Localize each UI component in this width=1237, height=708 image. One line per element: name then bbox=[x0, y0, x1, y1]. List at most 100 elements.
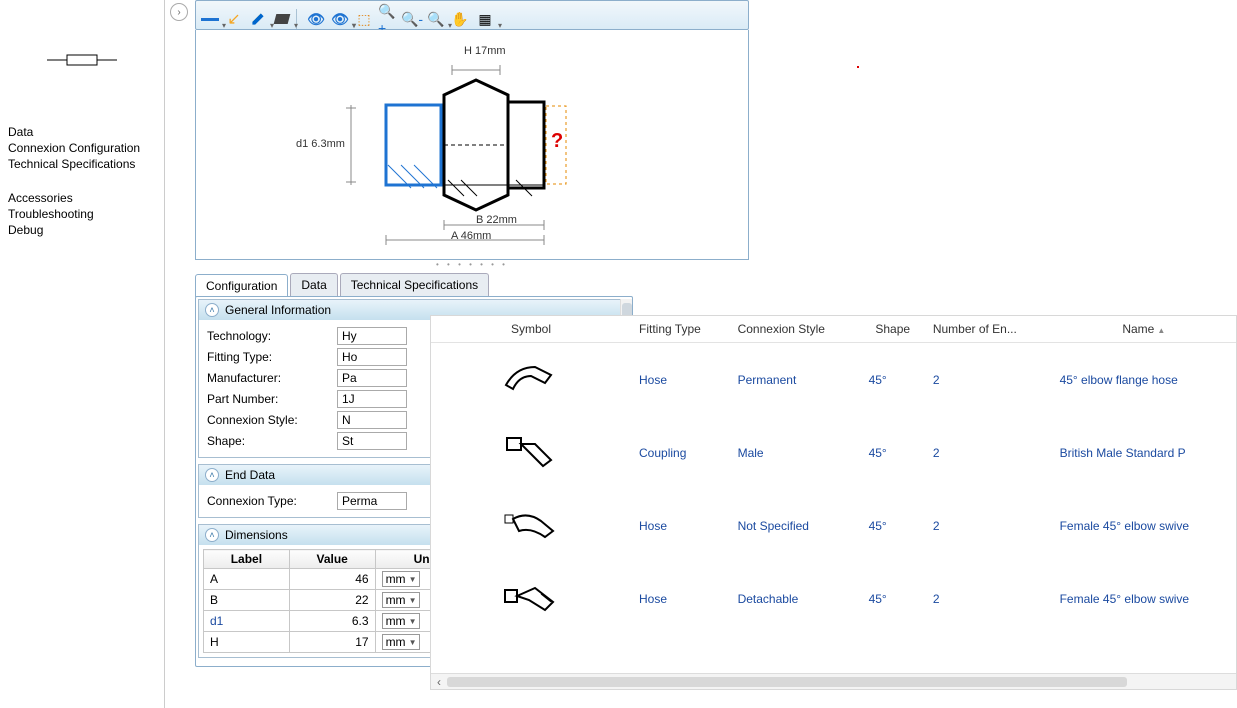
value-connexion-type[interactable]: Perma bbox=[337, 492, 407, 510]
sidebar-item-data[interactable]: Data bbox=[6, 124, 158, 140]
chevron-up-icon: ˄ bbox=[205, 303, 219, 317]
col-symbol[interactable]: Symbol bbox=[431, 316, 631, 343]
value-technology[interactable]: Hy bbox=[337, 327, 407, 345]
cell-fitting-type: Hose bbox=[631, 562, 730, 635]
col-value[interactable]: Value bbox=[289, 550, 375, 569]
panel-title: General Information bbox=[225, 303, 331, 317]
panel-title: Dimensions bbox=[225, 528, 288, 542]
label-shape: Shape: bbox=[207, 434, 337, 448]
collapse-sidebar-button[interactable]: › bbox=[170, 3, 188, 21]
cell-connexion-style: Not Specified bbox=[730, 489, 861, 562]
cell-value[interactable]: 46 bbox=[289, 569, 375, 590]
chevron-up-icon: ˄ bbox=[205, 468, 219, 482]
scroll-left-icon[interactable]: ‹ bbox=[431, 674, 447, 690]
cell-number-of-ends: 2 bbox=[925, 489, 1052, 562]
sidebar-item-accessories[interactable]: Accessories bbox=[6, 190, 158, 206]
results-row[interactable]: HosePermanent45°245° elbow flange hose bbox=[431, 343, 1236, 417]
value-shape[interactable]: St bbox=[337, 432, 407, 450]
resize-grip-icon[interactable]: • • • • • • • bbox=[195, 260, 749, 269]
dim-label-h: H 17mm bbox=[464, 45, 506, 57]
cell-shape: 45° bbox=[861, 416, 925, 489]
grid-toggle-icon[interactable]: ▦ bbox=[474, 9, 494, 29]
cell-fitting-type: Hose bbox=[631, 489, 730, 562]
results-row[interactable]: HoseNot Specified45°2Female 45° elbow sw… bbox=[431, 489, 1236, 562]
show-all-icon[interactable]: 👁 bbox=[306, 9, 326, 29]
cell-fitting-type: Coupling bbox=[631, 416, 730, 489]
cell-symbol bbox=[431, 416, 631, 489]
cell-value[interactable]: 22 bbox=[289, 590, 375, 611]
cell-fitting-type: Hose bbox=[631, 343, 730, 417]
cell-label: H bbox=[204, 632, 290, 653]
cell-number-of-ends: 2 bbox=[925, 343, 1052, 417]
sidebar-item-debug[interactable]: Debug bbox=[6, 222, 158, 238]
cell-connexion-style: Detachable bbox=[730, 562, 861, 635]
cell-shape: 45° bbox=[861, 343, 925, 417]
drawing-toolbar: ↙ 👁 👁 ⬚ 🔍+ 🔍- 🔍 ✋ ▦ bbox=[195, 0, 749, 30]
col-shape[interactable]: Shape bbox=[861, 316, 925, 343]
sidebar-item-troubleshooting[interactable]: Troubleshooting bbox=[6, 206, 158, 222]
label-part-number: Part Number: bbox=[207, 392, 337, 406]
fitting-symbol-icon bbox=[47, 48, 117, 72]
left-sidebar: Data Connexion Configuration Technical S… bbox=[0, 0, 165, 708]
cell-number-of-ends: 2 bbox=[925, 416, 1052, 489]
measure-tool-icon[interactable] bbox=[200, 9, 220, 29]
eraser-tool-icon[interactable] bbox=[272, 9, 292, 29]
fitting-drawing bbox=[196, 30, 750, 260]
tab-configuration[interactable]: Configuration bbox=[195, 274, 288, 297]
tab-data[interactable]: Data bbox=[290, 273, 337, 296]
results-grid: Symbol Fitting Type Connexion Style Shap… bbox=[430, 315, 1237, 690]
scroll-thumb[interactable] bbox=[447, 677, 1127, 687]
tab-tech-specs[interactable]: Technical Specifications bbox=[340, 273, 489, 296]
zoom-dropdown-icon[interactable]: 🔍 bbox=[426, 9, 446, 29]
value-part-number[interactable]: 1J bbox=[337, 390, 407, 408]
results-hscrollbar[interactable]: ‹ bbox=[431, 673, 1236, 689]
cell-label: B bbox=[204, 590, 290, 611]
results-row[interactable]: HoseDetachable45°2Female 45° elbow swive bbox=[431, 562, 1236, 635]
dimension-tool-icon[interactable]: ↙ bbox=[224, 9, 244, 29]
pencil-tool-icon[interactable] bbox=[248, 9, 268, 29]
zoom-in-icon[interactable]: 🔍+ bbox=[378, 9, 398, 29]
value-manufacturer[interactable]: Pa bbox=[337, 369, 407, 387]
cell-name: Female 45° elbow swive bbox=[1052, 562, 1236, 635]
value-connexion-style[interactable]: N bbox=[337, 411, 407, 429]
col-name[interactable]: Name bbox=[1052, 316, 1236, 343]
dim-label-a: A 46mm bbox=[451, 230, 491, 242]
value-fitting-type[interactable]: Ho bbox=[337, 348, 407, 366]
results-header-row: Symbol Fitting Type Connexion Style Shap… bbox=[431, 316, 1236, 343]
cell-value[interactable]: 6.3 bbox=[289, 611, 375, 632]
zoom-window-icon[interactable]: ⬚ bbox=[354, 9, 374, 29]
visibility-dropdown-icon[interactable]: 👁 bbox=[330, 9, 350, 29]
label-connexion-type: Connexion Type: bbox=[207, 494, 337, 508]
cell-name: British Male Standard P bbox=[1052, 416, 1236, 489]
results-row[interactable]: CouplingMale45°2British Male Standard P bbox=[431, 416, 1236, 489]
sidebar-item-connexion-config[interactable]: Connexion Configuration bbox=[6, 140, 158, 156]
cell-symbol bbox=[431, 343, 631, 417]
cell-connexion-style: Permanent bbox=[730, 343, 861, 417]
col-connexion-style[interactable]: Connexion Style bbox=[730, 316, 861, 343]
zoom-out-icon[interactable]: 🔍- bbox=[402, 9, 422, 29]
marker-dot bbox=[857, 66, 859, 68]
cell-label: A bbox=[204, 569, 290, 590]
cell-value[interactable]: 17 bbox=[289, 632, 375, 653]
sidebar-item-tech-specs[interactable]: Technical Specifications bbox=[6, 156, 158, 172]
cell-name: 45° elbow flange hose bbox=[1052, 343, 1236, 417]
cell-label: d1 bbox=[204, 611, 290, 632]
pan-tool-icon[interactable]: ✋ bbox=[450, 9, 470, 29]
cell-shape: 45° bbox=[861, 562, 925, 635]
chevron-up-icon: ˄ bbox=[205, 528, 219, 542]
cell-name: Female 45° elbow swive bbox=[1052, 489, 1236, 562]
dim-label-b: B 22mm bbox=[476, 214, 517, 226]
col-fitting-type[interactable]: Fitting Type bbox=[631, 316, 730, 343]
col-number-of-ends[interactable]: Number of En... bbox=[925, 316, 1052, 343]
label-technology: Technology: bbox=[207, 329, 337, 343]
unknown-marker: ? bbox=[551, 130, 563, 153]
label-fitting-type: Fitting Type: bbox=[207, 350, 337, 364]
dim-label-d1: d1 6.3mm bbox=[296, 138, 345, 150]
cell-number-of-ends: 2 bbox=[925, 562, 1052, 635]
drawing-canvas[interactable]: H 17mm d1 6.3mm B 22mm A 46mm ? bbox=[195, 30, 749, 260]
label-manufacturer: Manufacturer: bbox=[207, 371, 337, 385]
detail-tabs: Configuration Data Technical Specificati… bbox=[195, 273, 1235, 296]
panel-title: End Data bbox=[225, 468, 275, 482]
col-label[interactable]: Label bbox=[204, 550, 290, 569]
cell-symbol bbox=[431, 489, 631, 562]
